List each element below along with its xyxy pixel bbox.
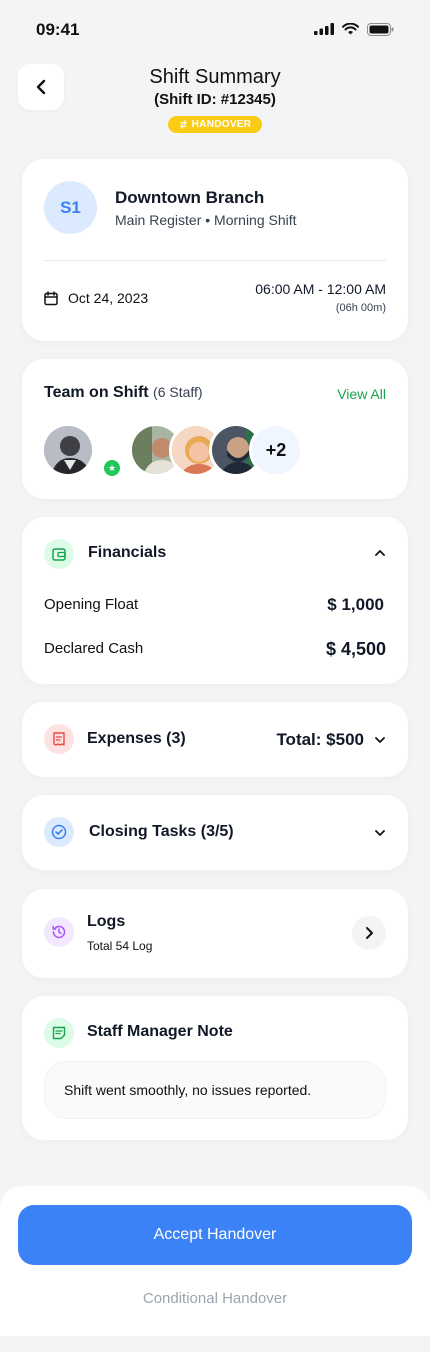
team-card: Team on Shift (6 Staff) View All ★ +2 xyxy=(22,359,408,499)
status-bar: 09:41 xyxy=(0,0,430,58)
shift-id: (Shift ID: #12345) xyxy=(154,91,276,108)
status-icons xyxy=(314,22,394,36)
note-title: Staff Manager Note xyxy=(87,1023,233,1040)
divider xyxy=(44,260,386,261)
branch-details: Main Register • Morning Shift xyxy=(115,212,297,228)
view-all-link[interactable]: View All xyxy=(337,386,386,402)
page-title: Shift Summary xyxy=(149,66,281,88)
header: Shift Summary (Shift ID: #12345) HANDOVE… xyxy=(0,62,430,142)
status-time: 09:41 xyxy=(36,20,80,39)
swap-icon xyxy=(179,120,187,129)
chevron-up-icon[interactable] xyxy=(374,549,386,557)
signal-icon xyxy=(314,23,334,35)
team-count: (6 Staff) xyxy=(153,384,203,400)
financials-icon-wrap xyxy=(44,539,74,569)
logs-open-button[interactable] xyxy=(352,916,386,950)
shift-date-row: Oct 24, 2023 xyxy=(44,290,148,306)
note-icon xyxy=(52,1026,66,1040)
title-block: Shift Summary (Shift ID: #12345) HANDOVE… xyxy=(0,64,430,134)
logs-icon-wrap xyxy=(44,917,74,947)
declared-cash-value: $ 4,500 xyxy=(325,639,386,659)
declared-cash-label: Declared Cash xyxy=(44,640,144,657)
chevron-down-icon[interactable] xyxy=(374,736,386,744)
history-icon xyxy=(52,925,66,939)
branch-avatar: S1 xyxy=(44,181,97,234)
financials-title: Financials xyxy=(88,544,167,561)
battery-icon xyxy=(367,22,394,36)
note-text: Shift went smoothly, no issues reported. xyxy=(44,1061,386,1119)
accept-handover-button[interactable]: Accept Handover xyxy=(18,1205,412,1265)
manager-note-card: Staff Manager Note Shift went smoothly, … xyxy=(22,996,408,1140)
conditional-handover-link[interactable]: Conditional Handover xyxy=(0,1290,430,1307)
wallet-icon xyxy=(52,547,66,561)
branch-name: Downtown Branch xyxy=(115,188,265,207)
calendar-icon xyxy=(44,290,58,305)
shift-date: Oct 24, 2023 xyxy=(68,290,149,306)
opening-float-label: Opening Float xyxy=(44,596,139,613)
note-icon-wrap xyxy=(44,1018,74,1048)
leader-star-icon: ★ xyxy=(102,458,122,478)
financials-card: Financials Opening Float $ 1,000 Declare… xyxy=(22,517,408,684)
logs-title: Logs xyxy=(87,913,126,930)
chevron-right-icon xyxy=(365,927,373,939)
shift-duration: (06h 00m) xyxy=(335,302,386,314)
chevron-down-icon[interactable] xyxy=(374,829,386,837)
team-heading: Team on Shift (6 Staff) xyxy=(44,384,203,402)
branch-card: S1 Downtown Branch Main Register • Morni… xyxy=(22,159,408,341)
shift-time-range: 06:00 AM - 12:00 AM xyxy=(255,281,386,297)
expenses-card[interactable]: Expenses (3) Total: $500 xyxy=(22,702,408,777)
more-members-button[interactable]: +2 xyxy=(249,423,303,477)
closing-tasks-card[interactable]: Closing Tasks (3/5) xyxy=(22,795,408,870)
wifi-icon xyxy=(342,23,359,35)
avatar[interactable] xyxy=(41,423,95,477)
opening-float-value: $ 1,000 xyxy=(327,595,384,614)
closing-tasks-title: Closing Tasks (3/5) xyxy=(89,823,234,840)
expenses-icon-wrap xyxy=(44,724,74,754)
tasks-icon-wrap xyxy=(44,817,74,847)
expenses-total: Total: $500 xyxy=(276,730,364,749)
handover-badge: HANDOVER xyxy=(167,116,263,133)
team-title: Team on Shift xyxy=(44,384,149,401)
logs-card[interactable]: Logs Total 54 Log xyxy=(22,889,408,978)
badge-label: HANDOVER xyxy=(191,119,252,130)
logs-subtitle: Total 54 Log xyxy=(87,939,153,953)
check-badge-icon xyxy=(51,824,67,840)
team-avatars: ★ +2 xyxy=(41,423,344,478)
bottom-action-sheet: Accept Handover Conditional Handover xyxy=(0,1186,430,1336)
receipt-icon xyxy=(53,732,65,746)
expenses-title: Expenses (3) xyxy=(87,730,186,747)
